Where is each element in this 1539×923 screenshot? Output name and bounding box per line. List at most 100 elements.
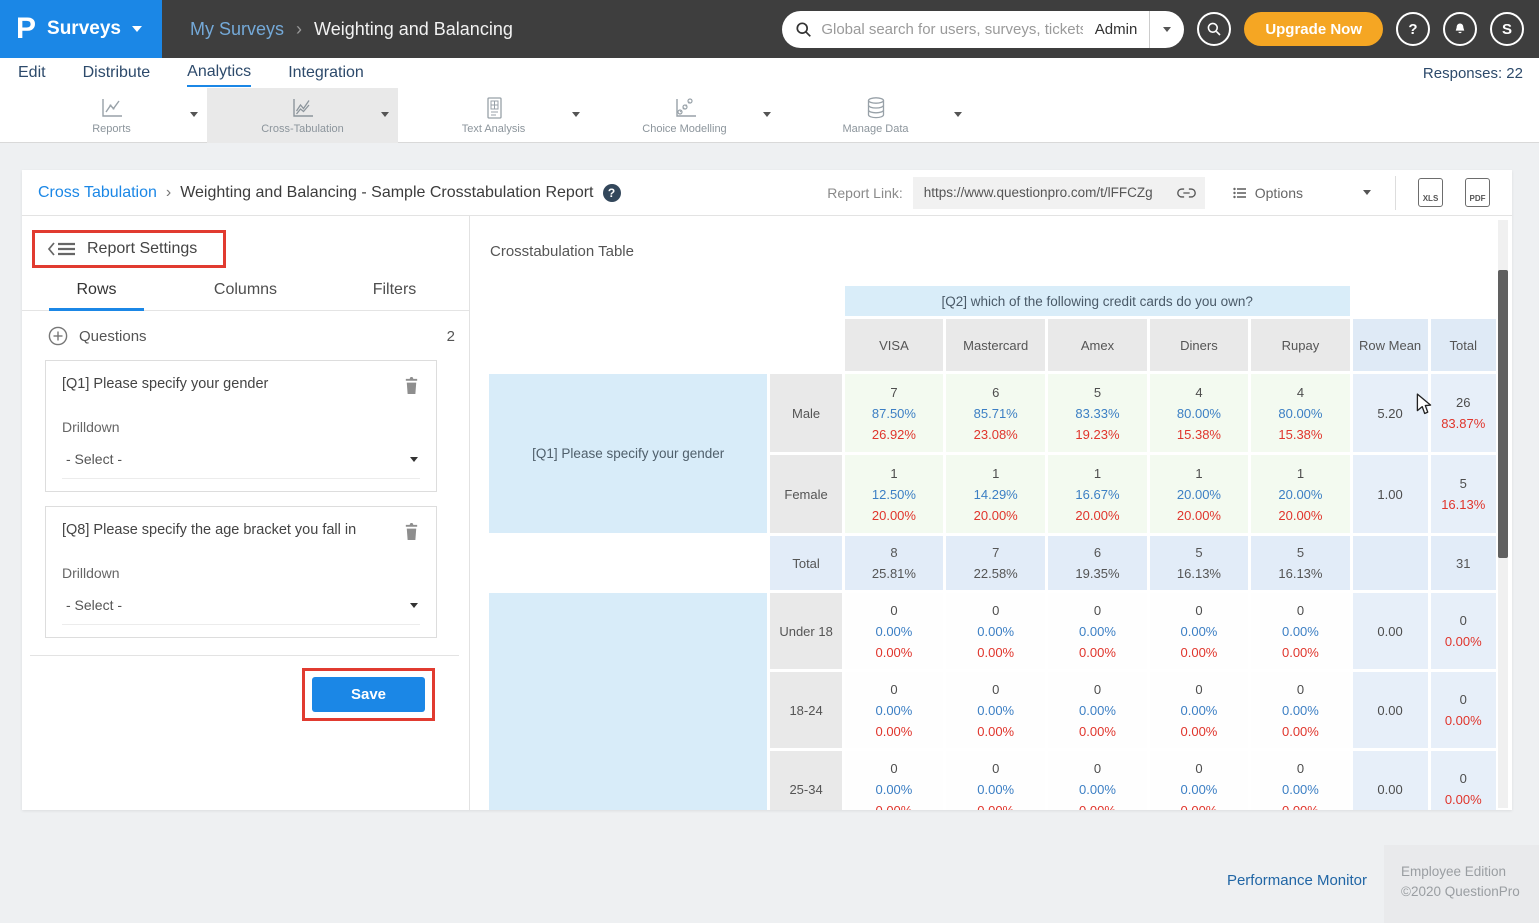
crosstab-data-cell: 120.00%20.00% <box>1150 455 1248 533</box>
pdf-icon: PDF <box>1470 194 1486 203</box>
report-breadcrumb: Cross Tabulation › Weighting and Balanci… <box>38 184 621 202</box>
breadcrumb-separator-icon: › <box>296 19 302 40</box>
crosstab-column-header: Mastercard <box>946 319 1045 371</box>
search-input[interactable] <box>821 21 1082 38</box>
tab-filters[interactable]: Filters <box>320 281 469 310</box>
crosstab-data-cell: 00.00%0.00% <box>1048 672 1146 748</box>
search-icon <box>795 21 812 38</box>
chevron-down-icon[interactable] <box>381 112 389 117</box>
crosstab-data-cell: 114.29%20.00% <box>946 455 1045 533</box>
crosstab-data-cell: 00.00%0.00% <box>1251 672 1349 748</box>
delete-question-button[interactable] <box>403 376 420 400</box>
crosstab-area: Crosstabulation Table [Q2] which of the … <box>470 216 1499 810</box>
crosstab-column-header: Rupay <box>1251 319 1349 371</box>
delete-question-button[interactable] <box>403 522 420 546</box>
crosstab-total-cell: 00.00% <box>1431 672 1497 748</box>
crosstab-data-cell: 00.00%0.00% <box>1150 751 1248 810</box>
options-dropdown[interactable]: Options <box>1233 185 1371 201</box>
app-logo[interactable]: P Surveys <box>0 0 162 58</box>
drilldown-label: Drilldown <box>62 419 420 435</box>
trash-icon <box>403 522 420 541</box>
toolbar-reports[interactable]: Reports <box>16 88 207 143</box>
breadcrumb-current-survey: Weighting and Balancing <box>314 19 513 40</box>
tab-distribute[interactable]: Distribute <box>83 60 151 86</box>
chevron-down-icon[interactable] <box>763 112 771 117</box>
crosstab-row-label: Male <box>770 374 841 452</box>
crosstab-data-cell: 00.00%0.00% <box>1150 593 1248 669</box>
tab-integration[interactable]: Integration <box>288 60 364 86</box>
crosstab-data-cell: 00.00%0.00% <box>1048 593 1146 669</box>
report-link-url[interactable]: https://www.questionpro.com/t/lFFCZg <box>924 185 1169 200</box>
notifications-button[interactable] <box>1443 12 1477 46</box>
scrollbar-track[interactable] <box>1498 220 1508 808</box>
toolbar-manage-data[interactable]: Manage Data <box>780 88 971 143</box>
export-xls-button[interactable]: XLS <box>1418 178 1443 207</box>
performance-monitor-link[interactable]: Performance Monitor <box>1227 872 1367 889</box>
crosstab-data-cell: 116.67%20.00% <box>1048 455 1146 533</box>
breadcrumb-my-surveys[interactable]: My Surveys <box>190 19 284 40</box>
question-title: [Q8] Please specify the age bracket you … <box>62 522 403 538</box>
toolbar-choice-modelling-label: Choice Modelling <box>642 123 726 135</box>
chevron-down-icon <box>410 457 418 462</box>
question-card-q1: [Q1] Please specify your gender Drilldow… <box>45 360 437 492</box>
toolbar-choice-modelling[interactable]: Choice Modelling <box>589 88 780 143</box>
tab-edit[interactable]: Edit <box>18 60 46 86</box>
crosstab-data-cell: 120.00%20.00% <box>1251 455 1349 533</box>
crosstab-row-label: Under 18 <box>770 593 841 669</box>
tab-rows[interactable]: Rows <box>22 281 171 310</box>
crosstab-table: [Q2] which of the following credit cards… <box>486 283 1499 810</box>
search-scope-label[interactable]: Admin <box>1083 21 1150 38</box>
crosstab-data-cell: 00.00%0.00% <box>845 593 943 669</box>
bell-icon <box>1452 21 1468 38</box>
crosstab-data-cell: 00.00%0.00% <box>1251 751 1349 810</box>
scrollbar-thumb[interactable] <box>1498 270 1508 558</box>
topbar-actions: Admin Upgrade Now ? S <box>782 11 1539 48</box>
crosstab-row-label: 18-24 <box>770 672 841 748</box>
crosstab-total-header: Total <box>1431 319 1497 371</box>
crosstab-data-cell: 685.71%23.08% <box>946 374 1045 452</box>
add-question-icon[interactable] <box>48 326 68 346</box>
crosstab-total-row-mean <box>1353 536 1428 590</box>
link-icon[interactable] <box>1177 186 1196 200</box>
export-pdf-button[interactable]: PDF <box>1465 178 1490 207</box>
toolbar-text-analysis-label: Text Analysis <box>462 123 526 135</box>
toolbar-cross-tabulation[interactable]: Cross-Tabulation <box>207 88 398 143</box>
breadcrumb: My Surveys › Weighting and Balancing <box>190 19 513 40</box>
chevron-down-icon <box>1363 190 1371 195</box>
save-button[interactable]: Save <box>312 677 425 712</box>
options-label: Options <box>1255 185 1303 201</box>
crosstab-data-cell: 787.50%26.92% <box>845 374 943 452</box>
help-button[interactable]: ? <box>1396 12 1430 46</box>
crosstab-row-question: [Q1] Please specify your gender <box>489 374 767 533</box>
chevron-down-icon[interactable] <box>572 112 580 117</box>
questions-label: Questions <box>79 328 147 345</box>
help-icon[interactable]: ? <box>603 184 621 202</box>
toolbar-manage-data-label: Manage Data <box>842 123 908 135</box>
drilldown-select[interactable]: - Select - <box>62 451 420 479</box>
report-link-field[interactable]: https://www.questionpro.com/t/lFFCZg <box>913 177 1205 209</box>
report-settings-button[interactable]: Report Settings <box>32 230 226 268</box>
search-submit-button[interactable] <box>1197 12 1231 46</box>
toolbar-cross-tabulation-label: Cross-Tabulation <box>261 123 344 135</box>
report-card: Cross Tabulation › Weighting and Balanci… <box>22 170 1512 810</box>
divider <box>1395 176 1396 210</box>
chevron-down-icon[interactable] <box>190 112 198 117</box>
crosstab-rowmean-cell: 0.00 <box>1353 751 1428 810</box>
chevron-down-icon[interactable] <box>954 112 962 117</box>
report-settings-label: Report Settings <box>87 240 197 258</box>
upgrade-now-button[interactable]: Upgrade Now <box>1244 12 1383 46</box>
crosstab-total-cell: 2683.87% <box>1431 374 1497 452</box>
toolbar-reports-label: Reports <box>92 123 131 135</box>
user-avatar[interactable]: S <box>1490 12 1524 46</box>
tab-analytics[interactable]: Analytics <box>187 59 251 87</box>
toolbar-text-analysis[interactable]: Text Analysis <box>398 88 589 143</box>
collapse-menu-icon <box>47 241 77 257</box>
crosstab-data-cell: 00.00%0.00% <box>845 672 943 748</box>
edition-box: Employee Edition ©2020 QuestionPro <box>1384 845 1539 923</box>
save-annotation-box: Save <box>302 668 435 721</box>
tab-columns[interactable]: Columns <box>171 281 320 310</box>
drilldown-select[interactable]: - Select - <box>62 597 420 625</box>
crosstab-total-row-cell: 619.35% <box>1048 536 1146 590</box>
cross-tabulation-link[interactable]: Cross Tabulation <box>38 184 157 202</box>
search-scope-dropdown[interactable] <box>1150 27 1184 32</box>
